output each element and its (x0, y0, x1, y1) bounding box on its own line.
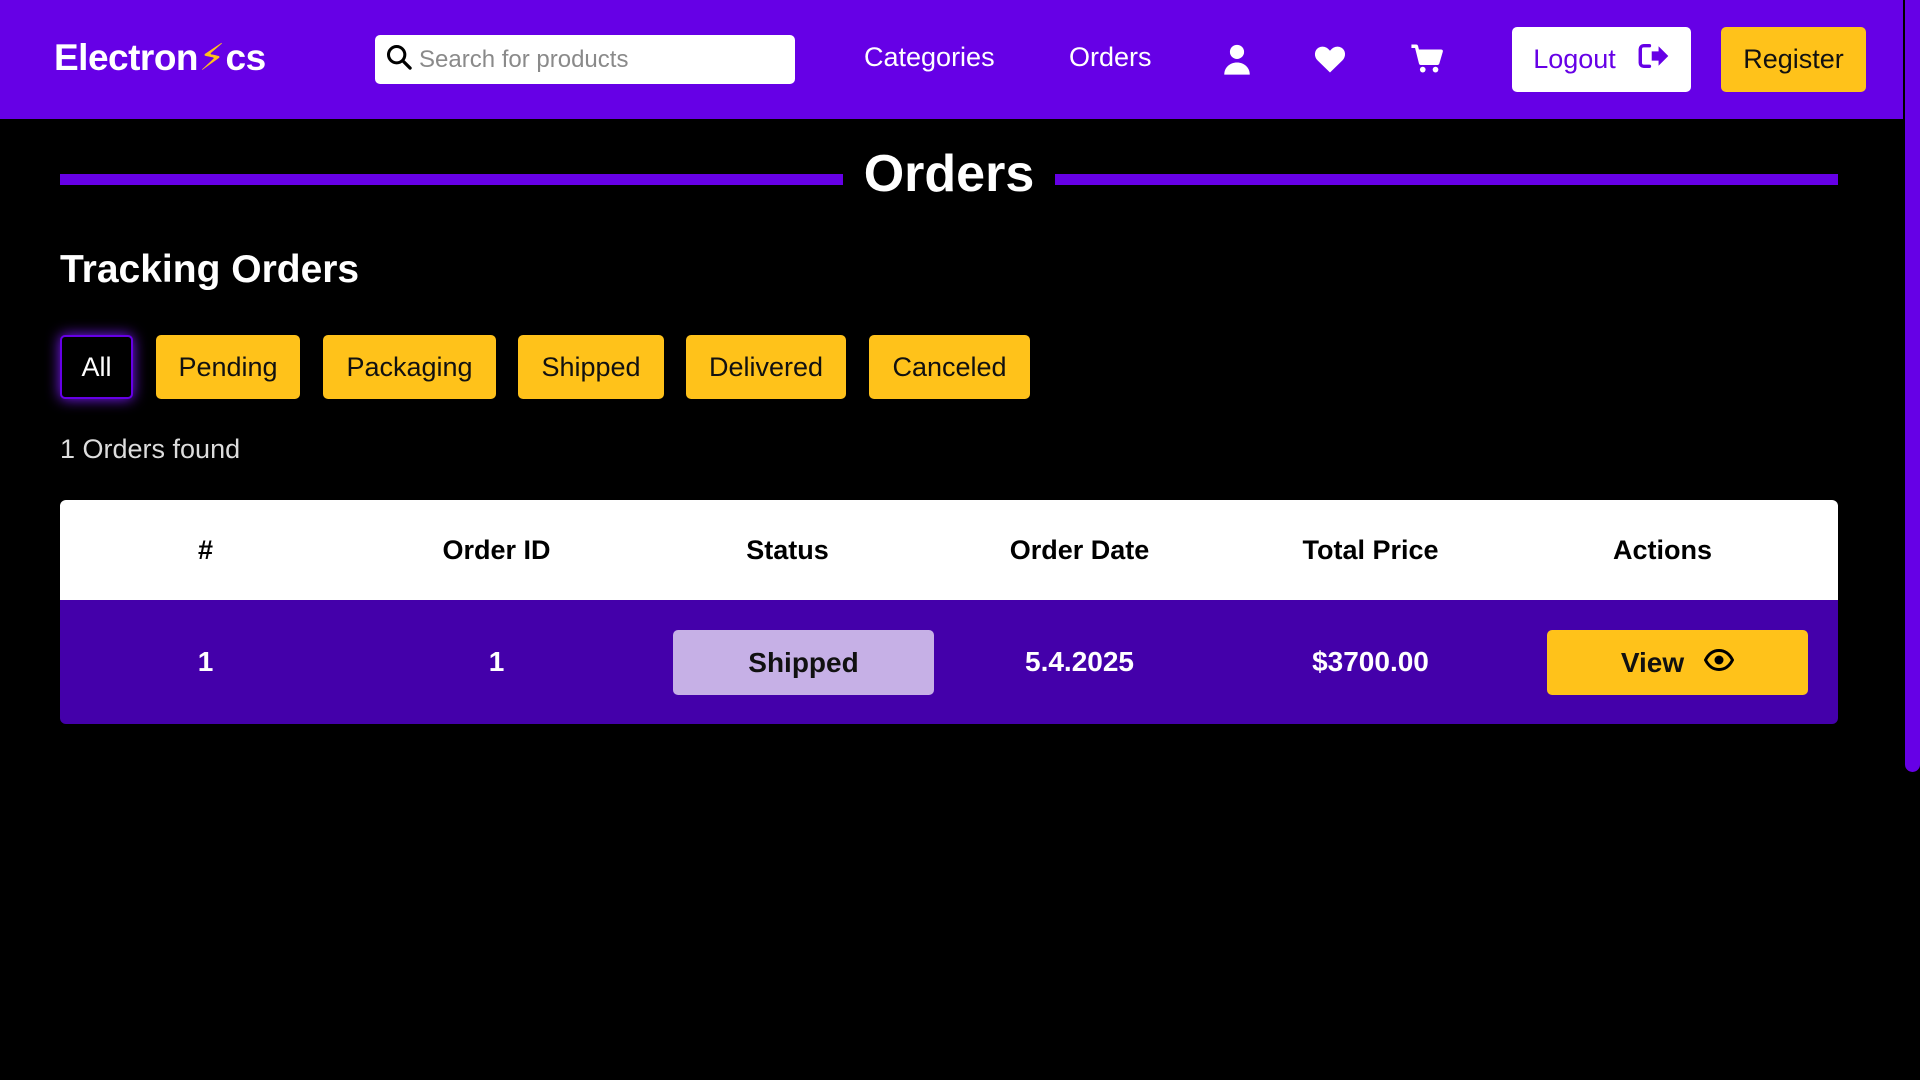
nav-orders-link[interactable]: Orders (1069, 42, 1152, 73)
column-header-total-price: Total Price (1302, 534, 1439, 565)
bolt-icon: ⚡ (199, 37, 225, 78)
title-divider-left (60, 174, 843, 185)
column-header-status: Status (746, 534, 829, 565)
column-header-order-id: Order ID (442, 534, 551, 565)
view-label: View (1620, 646, 1685, 678)
search-input[interactable] (419, 45, 779, 74)
filter-canceled-button[interactable]: Canceled (869, 335, 1030, 399)
brand-logo[interactable]: Electron ⚡ cs (54, 36, 266, 79)
search-bar (375, 35, 795, 84)
filter-delivered-button[interactable]: Delivered (686, 335, 846, 399)
cell-order-id: 1 (488, 646, 505, 677)
orders-found-count: 1 Orders found (60, 434, 241, 464)
cell-index: 1 (197, 646, 214, 677)
cell-total-price: $3700.00 (1312, 646, 1429, 677)
logout-icon (1638, 42, 1670, 77)
section-heading: Tracking Orders (60, 248, 360, 291)
title-divider-right (1055, 174, 1838, 185)
logo-suffix: cs (225, 36, 267, 78)
cart-icon[interactable] (1410, 42, 1444, 76)
logo-prefix: Electron (54, 36, 199, 78)
filter-all-button[interactable]: All (60, 335, 133, 399)
filter-packaging-button[interactable]: Packaging (323, 335, 496, 399)
column-header-order-date: Order Date (1009, 534, 1150, 565)
register-button[interactable]: Register (1721, 27, 1866, 92)
nav-categories-link[interactable]: Categories (864, 42, 995, 73)
column-header-actions: Actions (1612, 534, 1712, 565)
status-badge: Shipped (673, 630, 934, 695)
table-row: 1 1 Shipped 5.4.2025 $3700.00 View (60, 600, 1838, 724)
eye-icon (1703, 647, 1735, 679)
search-icon (385, 43, 413, 76)
view-order-button[interactable]: View (1547, 630, 1808, 695)
filter-pending-button[interactable]: Pending (156, 335, 300, 399)
filter-shipped-button[interactable]: Shipped (518, 335, 664, 399)
page-title: Orders (863, 145, 1035, 203)
top-navbar: Electron⚡cs Categories Orders Logout Reg… (0, 0, 1920, 119)
cell-order-date: 5.4.2025 (1025, 646, 1134, 677)
orders-table-header: # Order ID Status Order Date Total Price… (60, 500, 1838, 600)
page-scrollbar-thumb[interactable] (1905, 0, 1920, 772)
heart-icon[interactable] (1313, 42, 1347, 76)
user-icon[interactable] (1220, 42, 1254, 76)
column-header-index: # (197, 534, 214, 565)
logout-button[interactable]: Logout (1512, 27, 1691, 92)
logout-label: Logout (1533, 44, 1616, 74)
